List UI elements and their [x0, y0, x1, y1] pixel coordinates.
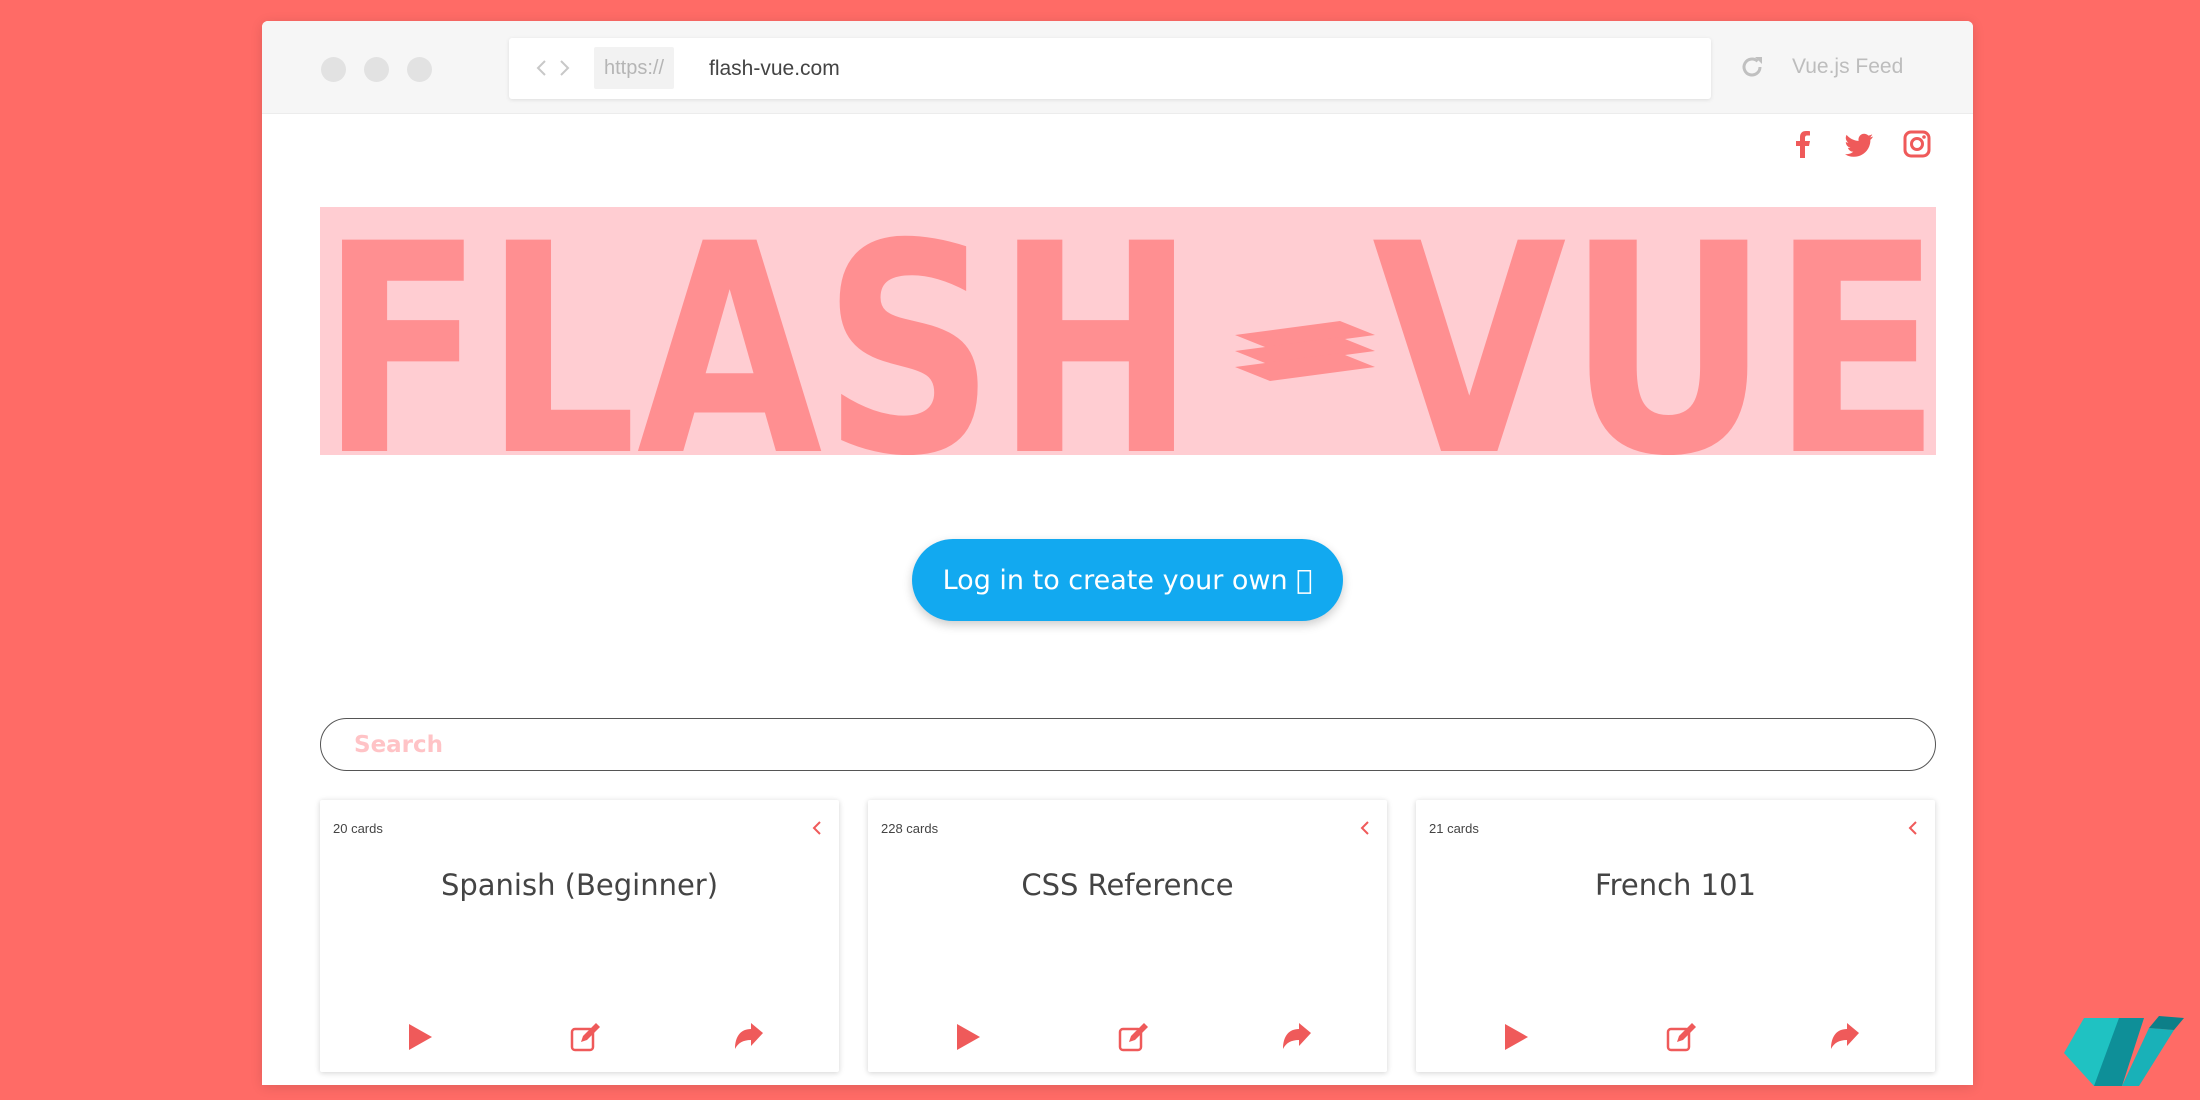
card-count: 21 cards	[1429, 821, 1479, 836]
deck-title: Spanish (Beginner)	[440, 868, 719, 902]
chevron-left-icon[interactable]	[807, 816, 827, 840]
deck-card[interactable]: 228 cards CSS Reference	[868, 800, 1387, 1072]
window-close-dot[interactable]	[321, 57, 346, 82]
window-minimize-dot[interactable]	[364, 57, 389, 82]
address-bar[interactable]: https:// flash-vue.com	[509, 38, 1711, 99]
browser-window: https:// flash-vue.com Vue.js Feed FLASH…	[262, 21, 1973, 1085]
logo-text-right: VUE	[1372, 207, 1936, 455]
edit-icon[interactable]	[569, 1021, 601, 1053]
url-protocol: https://	[594, 47, 675, 89]
browser-toolbar: https:// flash-vue.com Vue.js Feed	[262, 21, 1973, 114]
vue-feed-logo-icon	[2064, 1016, 2184, 1086]
play-icon[interactable]	[951, 1021, 983, 1053]
twitter-icon[interactable]	[1842, 127, 1876, 161]
url-text[interactable]: flash-vue.com	[709, 38, 840, 99]
share-icon[interactable]	[1828, 1021, 1860, 1053]
facebook-icon[interactable]	[1786, 127, 1820, 161]
edit-icon[interactable]	[1665, 1021, 1697, 1053]
search-input[interactable]	[320, 718, 1936, 771]
share-icon[interactable]	[732, 1021, 764, 1053]
deck-title: French 101	[1595, 868, 1756, 902]
deck-card[interactable]: 21 cards French 101	[1416, 800, 1935, 1072]
feed-label[interactable]: Vue.js Feed	[1792, 21, 1903, 113]
instagram-icon[interactable]	[1900, 127, 1934, 161]
window-maximize-dot[interactable]	[407, 57, 432, 82]
card-count: 20 cards	[333, 821, 383, 836]
forward-arrow-icon[interactable]	[553, 56, 575, 80]
card-count: 228 cards	[881, 821, 939, 836]
logo-text-left: FLASH	[320, 207, 1196, 455]
chevron-left-icon[interactable]	[1355, 816, 1375, 840]
chevron-left-icon[interactable]	[1903, 816, 1923, 840]
play-icon[interactable]	[1499, 1021, 1531, 1053]
flash-vue-logo: FLASH VUE	[320, 207, 1936, 455]
edit-icon[interactable]	[1117, 1021, 1149, 1053]
back-arrow-icon[interactable]	[531, 56, 553, 80]
reload-icon[interactable]	[1738, 53, 1766, 81]
deck-card[interactable]: 20 cards Spanish (Beginner)	[320, 800, 839, 1072]
deck-title: CSS Reference	[1021, 868, 1234, 902]
login-create-button[interactable]: Log in to create your own 	[912, 539, 1343, 621]
share-icon[interactable]	[1280, 1021, 1312, 1053]
play-icon[interactable]	[403, 1021, 435, 1053]
